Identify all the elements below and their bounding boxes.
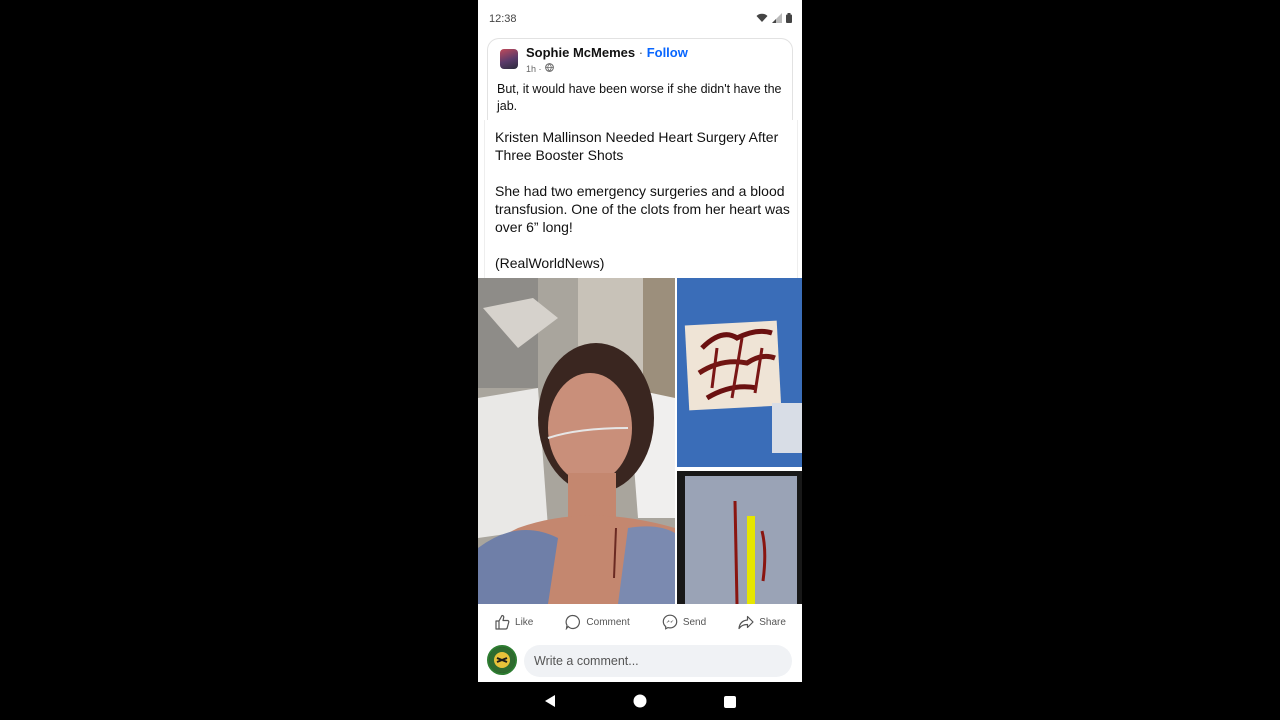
thumbs-up-icon bbox=[494, 614, 510, 630]
send-label: Send bbox=[682, 616, 707, 628]
share-button[interactable]: Share bbox=[738, 614, 786, 630]
comment-composer: Write a comment... bbox=[478, 640, 802, 682]
comment-bubble-icon bbox=[565, 614, 581, 630]
clock: 12:38 bbox=[489, 13, 517, 25]
post-header-card: Sophie McMemes · Follow 1h · But, it wou… bbox=[487, 38, 793, 129]
follow-button[interactable]: Follow bbox=[647, 45, 688, 60]
globe-icon bbox=[544, 63, 554, 74]
android-navigation-bar bbox=[478, 682, 802, 720]
back-triangle-icon[interactable] bbox=[543, 694, 557, 713]
photo-grid bbox=[478, 278, 802, 604]
comment-input[interactable]: Write a comment... bbox=[524, 645, 792, 677]
facebook-post-screen: 12:38 Sophie McMemes · Follow 1h · But, … bbox=[478, 0, 802, 682]
comment-label: Comment bbox=[586, 616, 630, 628]
share-label: Share bbox=[759, 616, 786, 628]
user-avatar[interactable] bbox=[487, 645, 517, 675]
battery-icon bbox=[786, 13, 792, 23]
hospital-selfie-photo[interactable] bbox=[478, 278, 675, 604]
clot-on-gauze-photo[interactable] bbox=[677, 278, 802, 467]
phone-screen: 12:38 Sophie McMemes · Follow 1h · But, … bbox=[478, 0, 802, 720]
status-icons bbox=[756, 13, 792, 23]
send-button[interactable]: Send bbox=[662, 614, 706, 630]
article-body: She had two emergency surgeries and a bl… bbox=[495, 183, 790, 235]
author-name[interactable]: Sophie McMemes bbox=[526, 45, 635, 60]
author-line: Sophie McMemes · Follow bbox=[526, 45, 688, 60]
article-title: Kristen Mallinson Needed Heart Surgery A… bbox=[495, 129, 779, 163]
home-circle-icon[interactable] bbox=[633, 694, 647, 713]
like-label: Like bbox=[515, 616, 534, 628]
signal-icon bbox=[772, 13, 782, 23]
comment-button[interactable]: Comment bbox=[565, 614, 630, 630]
separator-dot: · bbox=[638, 45, 644, 60]
post-timestamp[interactable]: 1h · bbox=[526, 64, 542, 74]
wifi-icon bbox=[756, 13, 768, 23]
post-caption: But, it would have been worse if she did… bbox=[497, 82, 782, 113]
post-meta: 1h · bbox=[526, 63, 554, 74]
article-source: (RealWorldNews) bbox=[495, 255, 605, 271]
status-bar: 12:38 bbox=[478, 0, 802, 38]
post-action-bar: Like Comment Send Share bbox=[478, 604, 802, 640]
messenger-icon bbox=[662, 614, 678, 630]
shared-article-text: Kristen Mallinson Needed Heart Surgery A… bbox=[484, 120, 798, 278]
recents-square-icon[interactable] bbox=[724, 695, 736, 713]
author-avatar[interactable] bbox=[500, 49, 518, 69]
like-button[interactable]: Like bbox=[494, 614, 533, 630]
clot-with-ruler-photo[interactable] bbox=[677, 471, 802, 604]
share-arrow-icon bbox=[738, 614, 754, 630]
